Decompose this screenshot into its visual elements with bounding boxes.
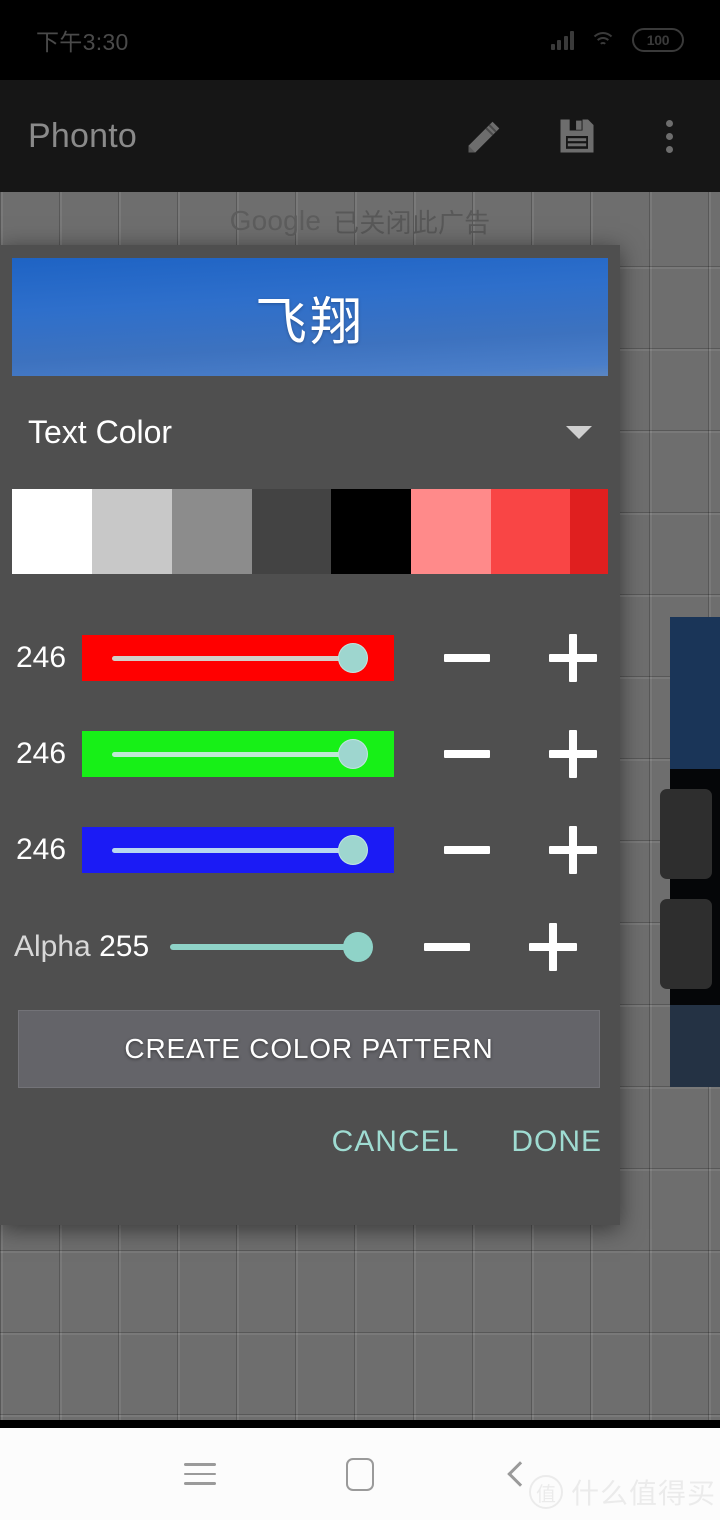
watermark-text: 什么值得买 <box>570 1477 716 1510</box>
blue-slider-track <box>112 847 353 853</box>
editor-canvas[interactable]: Google 已关闭此广告 飞翔 Text Color 246 246 246 … <box>0 192 720 1420</box>
ad-banner: Google 已关闭此广告 <box>0 192 720 250</box>
alpha-label: Alpha 255 <box>0 930 170 964</box>
red-value: 246 <box>15 641 67 674</box>
app-title: Phonto <box>28 116 137 155</box>
app-bar: Phonto <box>0 80 720 192</box>
nav-bar-divider <box>0 1420 720 1428</box>
recents-button[interactable] <box>165 1439 235 1509</box>
cancel-button[interactable]: CANCEL <box>332 1125 460 1159</box>
color-picker-dialog: 飞翔 Text Color 246 246 246 Alpha 255 CREA… <box>0 245 620 1225</box>
green-slider[interactable] <box>82 731 394 777</box>
save-floppy-icon[interactable] <box>554 113 600 159</box>
overflow-menu-icon[interactable] <box>646 113 692 159</box>
red-slider-track <box>112 655 353 661</box>
battery-icon: 100 <box>632 28 684 52</box>
green-increment-button[interactable] <box>549 730 597 778</box>
swatch-red[interactable] <box>491 489 570 574</box>
home-button[interactable] <box>325 1439 395 1509</box>
done-button[interactable]: DONE <box>511 1125 602 1159</box>
right-image-strip <box>660 617 720 1177</box>
green-value: 246 <box>15 737 67 770</box>
create-color-pattern-button[interactable]: CREATE COLOR PATTERN <box>18 1010 600 1088</box>
slider-row-green: 246 <box>0 717 620 791</box>
swatch-dark-red[interactable] <box>570 489 608 574</box>
slider-row-alpha: Alpha 255 <box>0 910 620 984</box>
slider-row-red: 246 <box>0 621 620 695</box>
blue-increment-button[interactable] <box>549 826 597 874</box>
swatch-empty[interactable] <box>252 489 331 574</box>
red-increment-button[interactable] <box>549 634 597 682</box>
status-bar: 下午3:30 100 <box>0 0 720 80</box>
green-slider-thumb[interactable] <box>338 739 368 769</box>
swatch-white[interactable] <box>12 489 92 574</box>
preview-text: 飞翔 <box>254 292 365 353</box>
alpha-increment-button[interactable] <box>529 923 577 971</box>
blue-decrement-button[interactable] <box>444 846 490 854</box>
swatch-pink[interactable] <box>411 489 491 574</box>
blue-value: 246 <box>15 833 67 866</box>
alpha-slider[interactable] <box>170 924 380 970</box>
swatch-gray[interactable] <box>172 489 252 574</box>
green-decrement-button[interactable] <box>444 750 490 758</box>
create-color-pattern-label: CREATE COLOR PATTERN <box>124 1033 494 1064</box>
signal-bars-icon <box>550 30 574 50</box>
alpha-slider-thumb[interactable] <box>343 932 373 962</box>
battery-level: 100 <box>646 32 670 48</box>
red-slider[interactable] <box>82 635 394 681</box>
app-bar-actions <box>462 113 692 159</box>
dialog-actions: CANCEL DONE <box>332 1125 602 1159</box>
red-slider-thumb[interactable] <box>338 643 368 673</box>
ad-brand: Google <box>229 205 322 236</box>
recents-icon <box>184 1463 216 1485</box>
swatch-black[interactable] <box>331 489 411 574</box>
blue-slider-thumb[interactable] <box>338 835 368 865</box>
chevron-down-icon[interactable] <box>566 426 592 439</box>
home-icon <box>346 1457 374 1491</box>
slider-row-blue: 246 <box>0 813 620 887</box>
color-mode-label: Text Color <box>28 414 173 450</box>
alpha-slider-track <box>170 944 368 950</box>
wifi-icon <box>590 30 616 50</box>
alpha-label-text: Alpha <box>14 930 91 963</box>
green-slider-track <box>112 751 353 757</box>
status-bar-clock: 下午3:30 <box>36 29 129 55</box>
edit-pencil-icon[interactable] <box>462 113 508 159</box>
swatch-light-gray[interactable] <box>92 489 172 574</box>
text-preview: 飞翔 <box>12 258 608 376</box>
alpha-decrement-button[interactable] <box>424 943 470 951</box>
alpha-value: 255 <box>99 930 150 963</box>
status-bar-icons: 100 <box>550 28 684 52</box>
color-mode-dropdown[interactable]: Text Color <box>0 385 620 480</box>
watermark-logo: 值 <box>528 1475 563 1509</box>
color-swatch-row[interactable] <box>12 489 608 574</box>
ad-text: 已关闭此广告 <box>333 207 491 238</box>
red-decrement-button[interactable] <box>444 654 490 662</box>
watermark: 值 什么值得买 <box>528 1472 716 1512</box>
blue-slider[interactable] <box>82 827 394 873</box>
